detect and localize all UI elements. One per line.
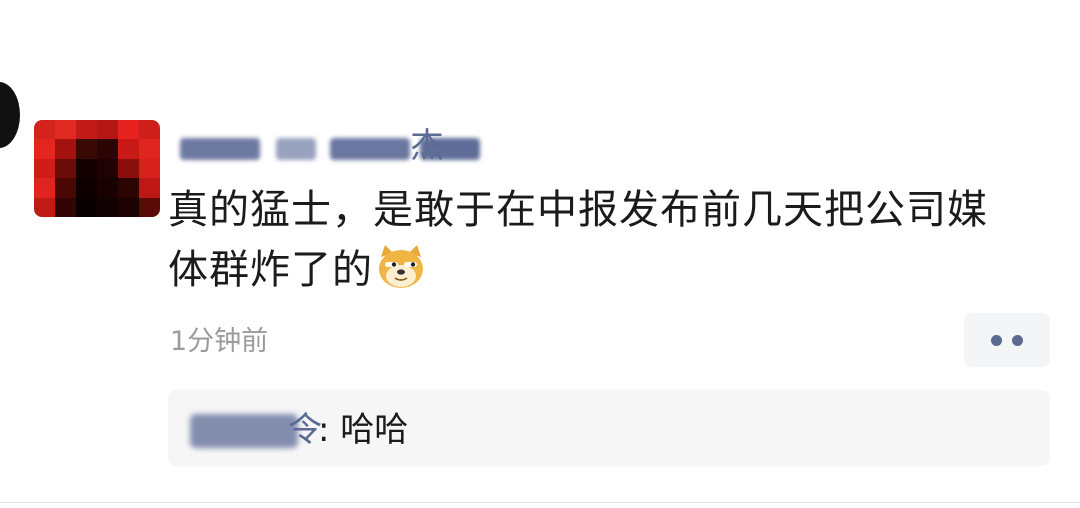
- comment-text: 真的猛士，是敢于在中报发布前几天把公司媒体群炸了的: [168, 187, 988, 293]
- comment-time: 1分钟前: [170, 326, 269, 357]
- comment-body: 真的猛士，是敢于在中报发布前几天把公司媒体群炸了的: [168, 180, 1028, 308]
- author-name[interactable]: [180, 126, 500, 166]
- avatar[interactable]: [34, 120, 160, 217]
- more-dots-icon: [1012, 335, 1023, 346]
- edge-tab: [0, 82, 20, 148]
- reply-text: : 哈哈: [318, 410, 409, 450]
- redacted-name-block: [180, 138, 260, 160]
- reply-item[interactable]: 令 : 哈哈: [168, 390, 1050, 466]
- reply-author-fragment[interactable]: 令: [288, 408, 322, 452]
- doge-emoji-icon: [375, 243, 427, 308]
- redacted-name-block: [276, 138, 316, 160]
- more-dots-icon: [991, 335, 1002, 346]
- redacted-reply-name: [190, 414, 298, 448]
- more-button[interactable]: [964, 313, 1050, 367]
- author-name-fragment[interactable]: 杰: [410, 126, 444, 166]
- comment-screen: 杰 真的猛士，是敢于在中报发布前几天把公司媒体群炸了的 1分钟前 令 : 哈哈: [0, 0, 1080, 508]
- divider: [0, 502, 1080, 503]
- redacted-name-block: [330, 138, 410, 160]
